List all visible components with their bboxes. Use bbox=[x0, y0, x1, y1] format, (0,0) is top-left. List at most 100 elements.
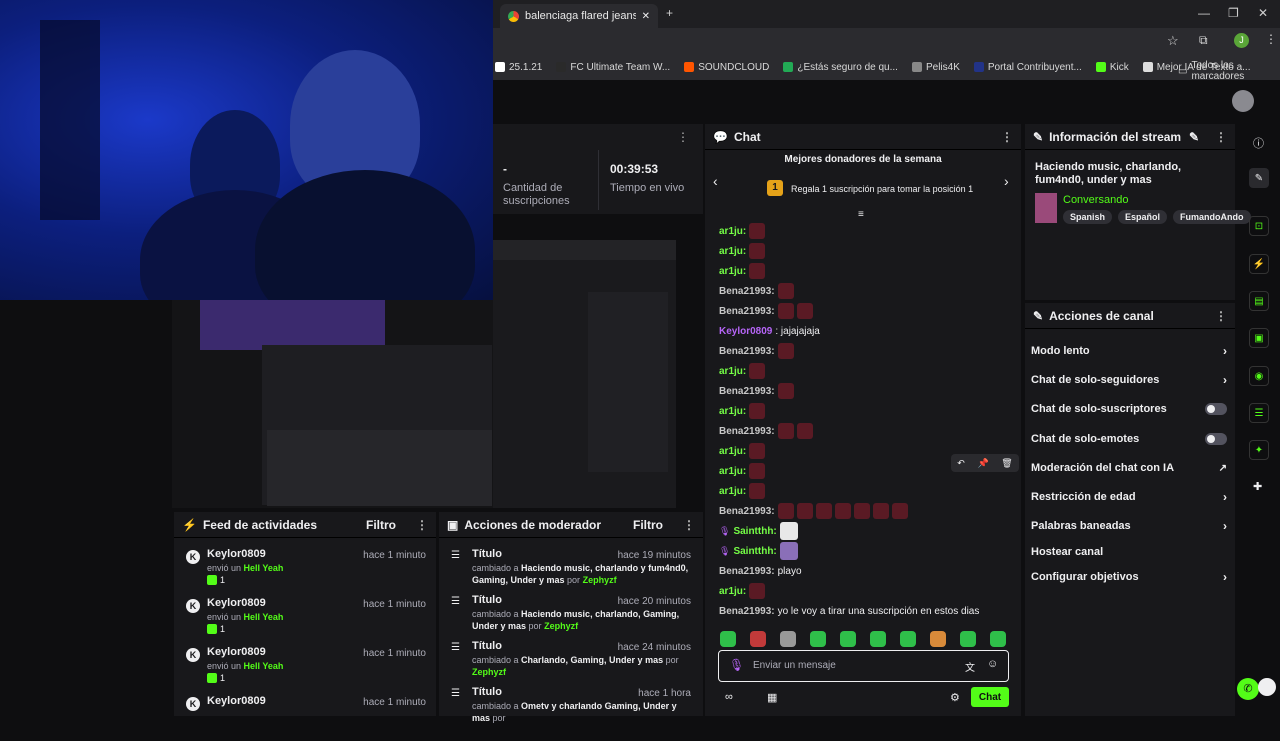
emote-9[interactable] bbox=[960, 631, 976, 647]
chat-username[interactable]: ar1ju: bbox=[719, 406, 746, 417]
emote-image[interactable] bbox=[777, 343, 794, 359]
gift-icon[interactable]: ∞ bbox=[725, 691, 733, 703]
channel-action-row[interactable]: Hostear canal bbox=[1031, 545, 1227, 559]
chat-username[interactable]: ar1ju: bbox=[719, 366, 746, 377]
chat-username[interactable]: ar1ju: bbox=[719, 446, 746, 457]
emote-image[interactable] bbox=[872, 503, 889, 519]
bookmark-item[interactable]: Kick bbox=[1095, 62, 1129, 73]
chat-message[interactable]: ar1ju: bbox=[719, 482, 766, 500]
channel-action-row[interactable]: Chat de solo-emotes bbox=[1031, 432, 1227, 446]
bookmark-item[interactable]: FC Ultimate Team W... bbox=[556, 62, 670, 73]
chat-username[interactable]: Bena21993: bbox=[719, 306, 775, 317]
chat-message[interactable]: 🎙 Saintthh: bbox=[719, 522, 798, 540]
emote-5[interactable] bbox=[840, 631, 856, 647]
browser-tab[interactable]: balenciaga flared jeans fw22 - | ✕ bbox=[500, 4, 658, 28]
toggle-switch[interactable] bbox=[1205, 433, 1227, 445]
chat-message[interactable]: ar1ju: bbox=[719, 582, 766, 600]
chat-username[interactable]: Bena21993: bbox=[719, 506, 775, 517]
emote-image[interactable] bbox=[796, 423, 813, 439]
chat-message[interactable]: Bena21993: bbox=[719, 422, 813, 440]
feed-filter-button[interactable]: Filtro bbox=[366, 518, 396, 532]
chat-username[interactable]: Saintthh: bbox=[733, 546, 776, 557]
chat-message[interactable]: ar1ju: bbox=[719, 262, 766, 280]
address-bar[interactable]: ☆ ⧉ J ⋮ bbox=[493, 28, 1280, 54]
maximize-icon[interactable]: ❐ bbox=[1228, 6, 1239, 20]
lightning-rail-icon[interactable]: ⚡ bbox=[1249, 254, 1269, 274]
emote-4[interactable] bbox=[810, 631, 826, 647]
chat-username[interactable]: ar1ju: bbox=[719, 486, 746, 497]
chat-message[interactable]: ar1ju: bbox=[719, 222, 766, 240]
emote-image[interactable] bbox=[777, 303, 794, 319]
emote-image[interactable] bbox=[749, 463, 766, 479]
mod-menu-icon[interactable]: ⋮ bbox=[683, 518, 695, 532]
chat-rail-icon[interactable]: ▣ bbox=[1249, 328, 1269, 348]
scan-rail-icon[interactable]: ⊡ bbox=[1249, 216, 1269, 236]
reply-icon[interactable]: ↶ bbox=[957, 458, 965, 469]
chat-message[interactable]: Bena21993: playo bbox=[719, 562, 802, 580]
emote-image[interactable] bbox=[749, 363, 766, 379]
support-button[interactable]: ✆ bbox=[1237, 678, 1259, 700]
chat-username[interactable]: ar1ju: bbox=[719, 226, 746, 237]
emote-image[interactable] bbox=[749, 583, 766, 599]
emote-image[interactable] bbox=[749, 223, 766, 239]
chat-username[interactable]: Bena21993: bbox=[719, 286, 775, 297]
user-avatar[interactable] bbox=[1232, 90, 1254, 112]
chat-username[interactable]: Bena21993: bbox=[719, 386, 775, 397]
chat-message[interactable]: ar1ju: bbox=[719, 362, 766, 380]
toggle-switch[interactable] bbox=[1205, 403, 1227, 415]
emote-10[interactable] bbox=[990, 631, 1006, 647]
chat-menu-icon[interactable]: ⋮ bbox=[1001, 130, 1013, 144]
emote-1[interactable] bbox=[720, 631, 736, 647]
delete-icon[interactable]: 🗑 bbox=[1001, 458, 1012, 469]
emote-image[interactable] bbox=[815, 503, 832, 519]
chat-username[interactable]: ar1ju: bbox=[719, 266, 746, 277]
chat-username[interactable]: Saintthh: bbox=[733, 526, 776, 537]
pin-collapse-icon[interactable]: ≡ bbox=[858, 209, 864, 220]
emote-image[interactable] bbox=[777, 383, 794, 399]
emote-image[interactable] bbox=[777, 283, 794, 299]
edit-rail-icon[interactable]: ✎ bbox=[1249, 168, 1269, 188]
bookmark-item[interactable]: Portal Contribuyent... bbox=[973, 62, 1082, 73]
emote-7[interactable] bbox=[900, 631, 916, 647]
bookmark-item[interactable]: SOUNDCLOUD bbox=[684, 62, 769, 73]
chat-message[interactable]: ar1ju: bbox=[719, 462, 766, 480]
bookmark-item[interactable]: Pelis4K bbox=[911, 62, 960, 73]
bookmark-item[interactable]: 25.1.21 bbox=[495, 62, 542, 73]
chat-message[interactable]: ar1ju: bbox=[719, 242, 766, 260]
channel-action-row[interactable]: Restricción de edad › bbox=[1031, 490, 1227, 504]
emote-image[interactable] bbox=[796, 303, 813, 319]
emote-3[interactable] bbox=[780, 631, 796, 647]
donors-next-icon[interactable]: › bbox=[1004, 173, 1009, 189]
emote-8[interactable] bbox=[930, 631, 946, 647]
feed-user[interactable]: Keylor0809 bbox=[207, 548, 266, 560]
category-name[interactable]: Conversando bbox=[1063, 194, 1128, 206]
chat-input[interactable]: 🎙 Enviar un mensaje 文 ☺ bbox=[718, 650, 1009, 682]
channel-action-row[interactable]: Moderación del chat con IA ↗ bbox=[1031, 461, 1227, 475]
broadcast-rail-icon[interactable]: ◉ bbox=[1249, 366, 1269, 386]
emote-image[interactable] bbox=[777, 423, 794, 439]
chat-username[interactable]: Bena21993: bbox=[719, 606, 775, 617]
bookmark-star-icon[interactable]: ☆ bbox=[1167, 33, 1179, 49]
info-icon[interactable]: ⓘ bbox=[1253, 135, 1264, 151]
emote-image[interactable] bbox=[779, 522, 798, 540]
channel-action-row[interactable]: Configurar objetivos › bbox=[1031, 570, 1227, 584]
chat-username[interactable]: Bena21993: bbox=[719, 426, 775, 437]
chat-message[interactable]: Bena21993: bbox=[719, 502, 908, 520]
extensions-icon[interactable]: ⧉ bbox=[1199, 33, 1208, 48]
emote-image[interactable] bbox=[749, 483, 766, 499]
stream-tag[interactable]: FumandoAndo bbox=[1173, 210, 1251, 224]
mod-filter-button[interactable]: Filtro bbox=[633, 518, 663, 532]
feed-user[interactable]: Keylor0809 bbox=[207, 597, 266, 609]
translate-icon[interactable]: 文 bbox=[965, 659, 975, 674]
extension-button[interactable] bbox=[1258, 678, 1276, 696]
channel-action-row[interactable]: Modo lento › bbox=[1031, 344, 1227, 358]
chat-username[interactable]: Bena21993: bbox=[719, 566, 775, 577]
emote-6[interactable] bbox=[870, 631, 886, 647]
bookmarks-folder[interactable]: ▭ Todos los marcadores bbox=[1178, 60, 1280, 82]
add-widget-icon[interactable]: ✚ bbox=[1253, 480, 1262, 493]
emote-image[interactable] bbox=[779, 542, 798, 560]
stream-tag[interactable]: Español bbox=[1118, 210, 1168, 224]
emote-image[interactable] bbox=[749, 403, 766, 419]
emoji-icon[interactable]: ☺ bbox=[987, 658, 998, 670]
feed-user[interactable]: Keylor0809 bbox=[207, 646, 266, 658]
